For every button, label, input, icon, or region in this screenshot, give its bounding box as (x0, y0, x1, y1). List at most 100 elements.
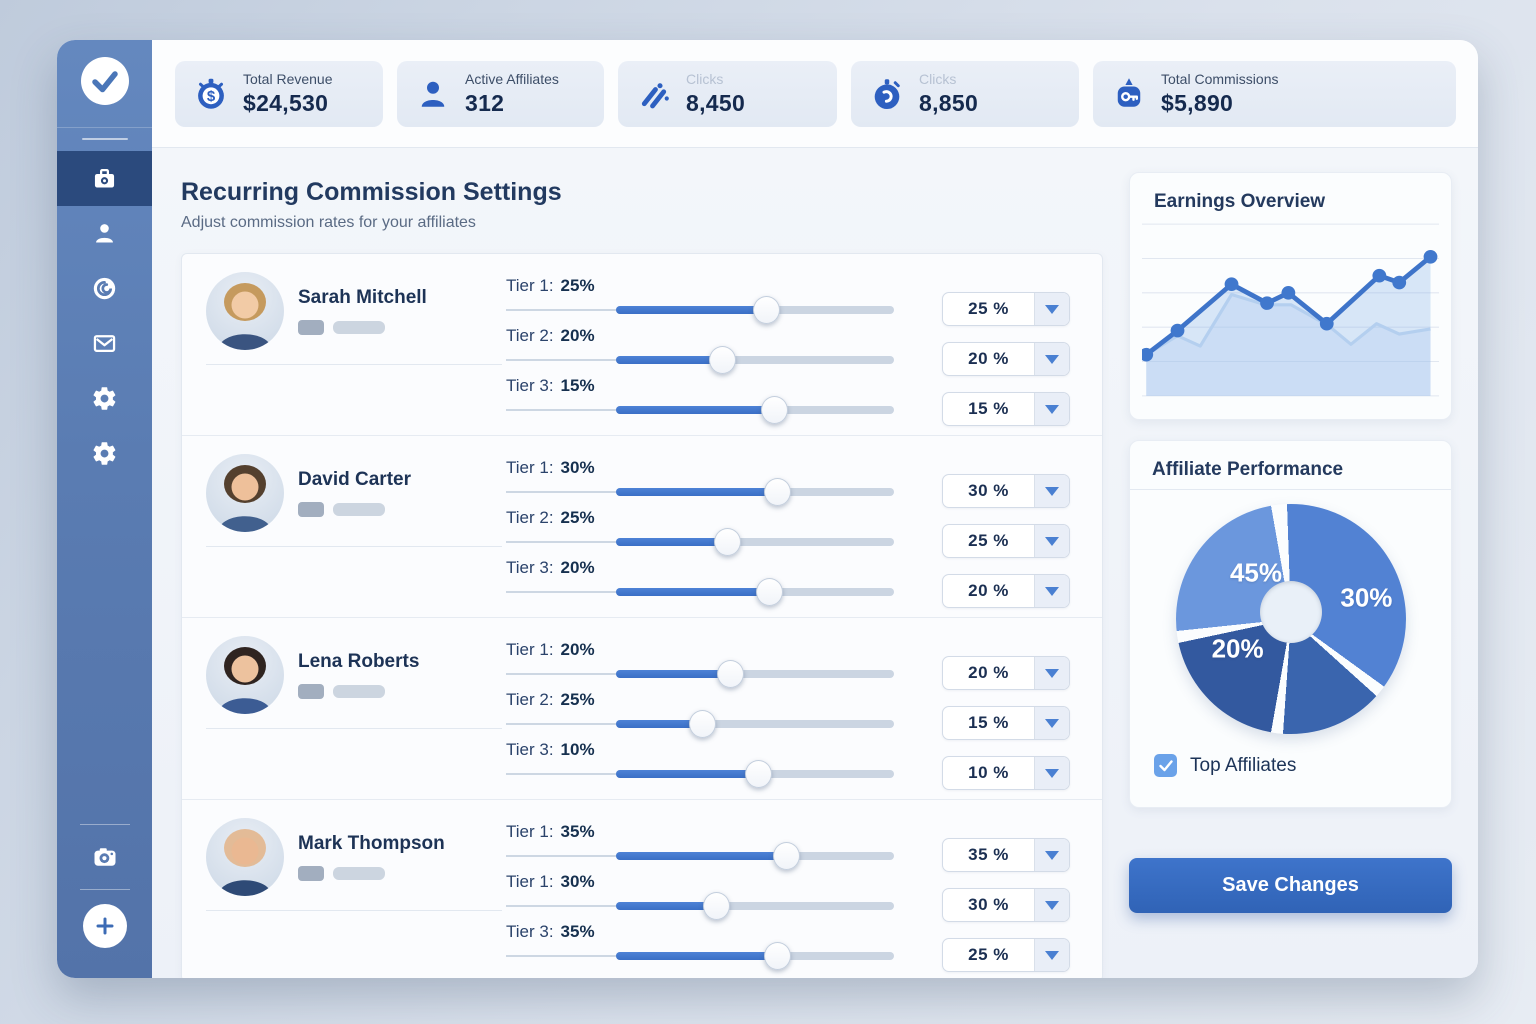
commission-dropdown[interactable]: 30 % (942, 474, 1070, 508)
affiliate-name: David Carter (298, 469, 411, 491)
commission-slider[interactable] (616, 356, 894, 364)
affiliate-meta-placeholder (298, 502, 411, 517)
commission-dropdown[interactable]: 30 % (942, 888, 1070, 922)
commission-dropdown[interactable]: 20 % (942, 342, 1070, 376)
sidebar-item-media[interactable] (57, 825, 152, 889)
add-button[interactable] (83, 904, 127, 948)
slider-fill (616, 488, 777, 496)
commission-badge-icon (1111, 76, 1147, 112)
affiliate-row-lena-roberts: Lena Roberts Tier 1:20% (182, 617, 1102, 799)
commission-slider[interactable] (616, 852, 894, 860)
affiliate-meta-placeholder (298, 320, 427, 335)
slider-handle[interactable] (689, 710, 716, 738)
affiliate-row-mark-thompson: Mark Thompson Tier 1:35% (182, 799, 1102, 978)
commission-dropdown[interactable]: 10 % (942, 756, 1070, 790)
performance-pie-chart: 30%20%45% (1176, 504, 1406, 734)
dropdown-value: 35 % (943, 839, 1034, 871)
dropdown-arrow[interactable] (1034, 343, 1069, 375)
affiliate-divider (206, 728, 502, 729)
stopwatch-icon (869, 76, 905, 112)
commission-dropdown[interactable]: 25 % (942, 938, 1070, 972)
slider-fill (616, 306, 766, 314)
right-panel: Earnings Overview Affiliate Performance … (1129, 172, 1452, 978)
top-affiliates-checkbox[interactable] (1154, 754, 1177, 777)
dropdown-arrow[interactable] (1034, 939, 1069, 971)
commission-slider[interactable] (616, 588, 894, 596)
dropdown-arrow[interactable] (1034, 525, 1069, 557)
sidebar-item-settings[interactable] (57, 371, 152, 426)
page-title: Recurring Commission Settings (181, 178, 1103, 207)
slider-handle[interactable] (764, 478, 791, 506)
slider-handle[interactable] (761, 396, 788, 424)
commission-slider[interactable] (616, 770, 894, 778)
dropdown-value: 30 % (943, 889, 1034, 921)
slider-handle[interactable] (703, 892, 730, 920)
dropdown-arrow[interactable] (1034, 393, 1069, 425)
affiliate-divider (206, 910, 502, 911)
dropdown-arrow[interactable] (1034, 475, 1069, 507)
stat-value: 8,850 (919, 90, 978, 117)
affiliate-row-sarah-mitchell: Sarah Mitchell Tier 1:25% (182, 254, 1102, 435)
dropdown-arrow[interactable] (1034, 293, 1069, 325)
commission-slider[interactable] (616, 670, 894, 678)
sidebar-item-preferences[interactable] (57, 426, 152, 481)
sidebar-item-network[interactable] (57, 261, 152, 316)
commission-dropdown[interactable]: 15 % (942, 706, 1070, 740)
tier-label: Tier 1:30% (506, 872, 894, 892)
commission-dropdown[interactable]: 15 % (942, 392, 1070, 426)
dropdown-value: 10 % (943, 757, 1034, 789)
slider-handle[interactable] (764, 942, 791, 970)
commission-dropdown[interactable]: 25 % (942, 292, 1070, 326)
slider-handle[interactable] (745, 760, 772, 788)
chevron-down-icon (1045, 769, 1059, 778)
commission-dropdown[interactable]: 20 % (942, 656, 1070, 690)
dropdown-arrow[interactable] (1034, 757, 1069, 789)
slider-baseline (506, 491, 616, 493)
commission-slider[interactable] (616, 720, 894, 728)
chevron-down-icon (1045, 851, 1059, 860)
dropdown-arrow[interactable] (1034, 657, 1069, 689)
tier-label: Tier 1:30% (506, 458, 894, 478)
commission-dropdown[interactable]: 20 % (942, 574, 1070, 608)
slider-handle[interactable] (773, 842, 800, 870)
sidebar-item-commissions[interactable] (57, 151, 152, 206)
dropdown-value: 25 % (943, 939, 1034, 971)
slider-handle[interactable] (717, 660, 744, 688)
commission-dropdown[interactable]: 25 % (942, 524, 1070, 558)
checkmark-icon (1159, 760, 1173, 772)
slider-handle[interactable] (753, 296, 780, 324)
commission-slider[interactable] (616, 306, 894, 314)
dropdown-arrow[interactable] (1034, 707, 1069, 739)
commission-slider[interactable] (616, 406, 894, 414)
stat-label: Total Revenue (243, 71, 333, 87)
dropdown-value: 25 % (943, 293, 1034, 325)
pie-slice-label: 20% (1212, 633, 1264, 664)
slider-fill (616, 538, 727, 546)
slider-handle[interactable] (709, 346, 736, 374)
slider-handle[interactable] (714, 528, 741, 556)
chevron-down-icon (1045, 487, 1059, 496)
sidebar-item-messages[interactable] (57, 316, 152, 371)
commission-slider[interactable] (616, 488, 894, 496)
slider-baseline (506, 773, 616, 775)
avatar (206, 636, 284, 714)
top-affiliates-label: Top Affiliates (1190, 755, 1296, 777)
slider-handle[interactable] (756, 578, 783, 606)
avatar (206, 818, 284, 896)
stat-card-clicks: Clicks 8,450 (618, 61, 837, 127)
dropdown-arrow[interactable] (1034, 839, 1069, 871)
sidebar-item-affiliates[interactable] (57, 206, 152, 261)
slider-baseline (506, 955, 616, 957)
commission-slider[interactable] (616, 902, 894, 910)
tier-row: Tier 1:35% 35 % (506, 819, 1070, 869)
commission-slider[interactable] (616, 952, 894, 960)
chevron-down-icon (1045, 355, 1059, 364)
commission-slider[interactable] (616, 538, 894, 546)
commission-dropdown[interactable]: 35 % (942, 838, 1070, 872)
stat-value: 312 (465, 90, 559, 117)
dropdown-arrow[interactable] (1034, 575, 1069, 607)
affiliate-divider (206, 546, 502, 547)
stat-card-clicks-2: Clicks 8,850 (851, 61, 1079, 127)
dropdown-arrow[interactable] (1034, 889, 1069, 921)
save-changes-button[interactable]: Save Changes (1129, 858, 1452, 913)
